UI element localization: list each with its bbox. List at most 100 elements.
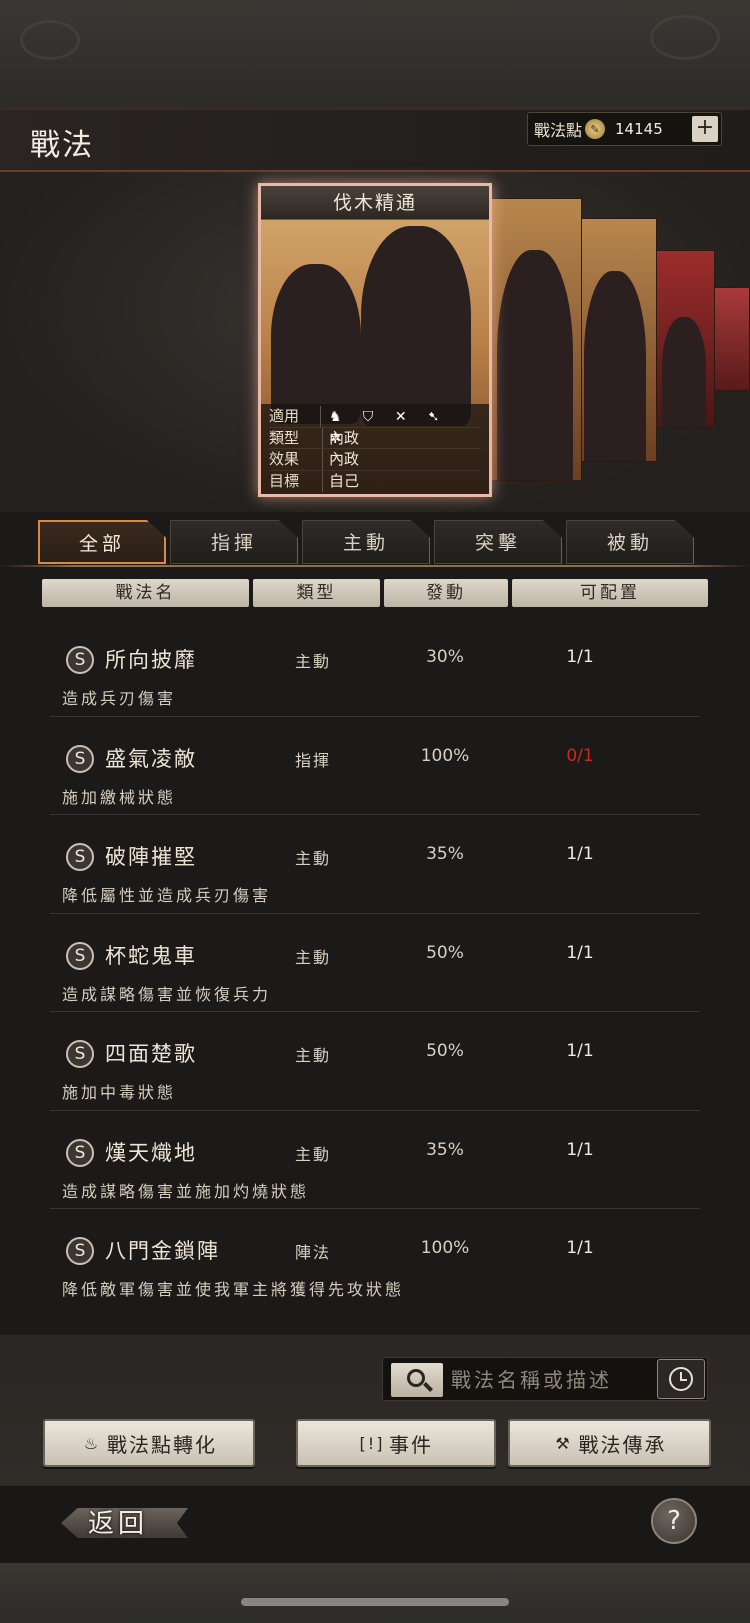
tab-all[interactable]: 全部 xyxy=(38,520,166,564)
tactic-name: 盛氣凌敵 xyxy=(105,746,197,771)
top-decoration xyxy=(0,0,750,110)
tactic-type: 陣法 xyxy=(295,1243,332,1262)
tactic-rate: 35% xyxy=(426,844,464,864)
tactic-list[interactable]: S 所向披靡 主動 30% 1/1 造成兵刃傷害 S 盛氣凌敵 指揮 100% … xyxy=(0,618,750,1308)
tactic-row[interactable]: S 熯天熾地 主動 35% 1/1 造成謀略傷害並施加灼燒狀態 xyxy=(50,1111,700,1209)
convert-points-button[interactable]: ♨ 戰法點轉化 xyxy=(43,1419,255,1467)
card-info-value: 內政 xyxy=(329,428,360,447)
grade-badge: S xyxy=(66,744,94,773)
tactic-type: 主動 xyxy=(295,652,332,671)
search-icon-handle xyxy=(423,1382,433,1392)
hammer-icon: ⚒ xyxy=(555,1433,572,1453)
tactic-row[interactable]: S 破陣摧堅 主動 35% 1/1 降低屬性並造成兵刃傷害 xyxy=(50,815,700,914)
tactic-row[interactable]: S 杯蛇鬼車 主動 50% 1/1 造成謀略傷害並恢復兵力 xyxy=(50,914,700,1012)
grade-badge: S xyxy=(66,1040,94,1068)
tactic-rate: 35% xyxy=(426,1139,464,1160)
page-title: 戰法 xyxy=(30,128,94,163)
tactic-rate: 100% xyxy=(420,745,470,766)
tab-command[interactable]: 指揮 xyxy=(170,520,298,564)
tactic-description: 造成謀略傷害並恢復兵力 xyxy=(62,984,272,1004)
carousel-card[interactable] xyxy=(490,198,582,481)
tactic-name: 杯蛇鬼車 xyxy=(105,943,197,968)
card-figure xyxy=(271,264,361,424)
tactic-name: 所向披靡 xyxy=(105,648,197,672)
card-info-label: 類型 xyxy=(269,427,323,448)
card-info-label: 適用 xyxy=(269,406,322,427)
tactic-points: 戰法點 ✎ 14145 + xyxy=(527,112,722,146)
card-info-row: 效果 內政 xyxy=(269,449,481,471)
bow-icon: ✕ xyxy=(394,409,407,425)
card-info-value: 內政 xyxy=(329,450,360,468)
tactic-rate: 30% xyxy=(426,647,464,667)
card-info-value: 自己 xyxy=(329,471,360,490)
tactic-type: 指揮 xyxy=(295,750,332,770)
events-label: 事件 xyxy=(389,1432,433,1457)
tactic-row[interactable]: S 八門金鎖陣 陣法 100% 1/1 降低敵軍傷害並使我軍主將獲得先攻狀態 xyxy=(50,1209,700,1308)
tactic-rate: 50% xyxy=(426,1041,464,1061)
tactic-row[interactable]: S 四面楚歌 主動 50% 1/1 施加中毒狀態 xyxy=(50,1012,700,1111)
card-info-row: 目標 自己 xyxy=(269,470,481,492)
home-indicator[interactable] xyxy=(241,1598,509,1606)
tactic-type: 主動 xyxy=(295,1046,332,1065)
column-header-rate[interactable]: 發動 xyxy=(384,579,508,607)
tactic-type: 主動 xyxy=(295,849,332,868)
tab-active[interactable]: 主動 xyxy=(302,520,430,564)
points-label: 戰法點 xyxy=(534,121,583,140)
add-points-button[interactable]: + xyxy=(692,116,718,142)
history-button[interactable] xyxy=(657,1359,705,1399)
tab-passive[interactable]: 被動 xyxy=(566,520,694,564)
search-button[interactable] xyxy=(391,1363,443,1397)
card-info: 適用 ♞ ⛉ ✕ ➷ ✲ 類型 內政 效果 內政 目標 自己 xyxy=(261,404,489,494)
column-header-config[interactable]: 可配置 xyxy=(512,579,708,607)
back-button[interactable]: 返回 xyxy=(50,1502,188,1542)
tactic-rate: 100% xyxy=(420,1238,470,1258)
flame-icon: ♨ xyxy=(83,1433,101,1453)
inherit-tactic-button[interactable]: ⚒ 戰法傳承 xyxy=(508,1419,711,1467)
tactic-name: 破陣摧堅 xyxy=(105,845,197,869)
back-label: 返回 xyxy=(88,1509,149,1539)
tactic-config: 1/1 xyxy=(566,1238,594,1258)
tactic-type: 主動 xyxy=(295,947,332,967)
coin-icon: ✎ xyxy=(585,119,606,139)
tactic-name: 熯天熾地 xyxy=(105,1140,197,1165)
tab-assault[interactable]: 突擊 xyxy=(434,520,562,564)
tactic-type: 主動 xyxy=(295,1144,332,1164)
carousel-card[interactable] xyxy=(575,218,657,462)
tactic-description: 造成謀略傷害並施加灼燒狀態 xyxy=(62,1181,310,1201)
filter-tabs: 全部 指揮 主動 突擊 被動 xyxy=(38,518,708,566)
grade-badge: S xyxy=(66,646,94,674)
grade-badge: S xyxy=(66,1138,94,1167)
bottom-decoration xyxy=(0,1563,750,1623)
tactic-description: 施加中毒狀態 xyxy=(62,1083,177,1102)
help-button[interactable]: ? xyxy=(651,1498,697,1544)
tabs-divider xyxy=(0,565,750,567)
grade-badge: S xyxy=(66,1237,94,1265)
events-button[interactable]: [!] 事件 xyxy=(296,1419,496,1467)
tactic-config: 1/1 xyxy=(566,844,594,864)
tactic-row[interactable]: S 所向披靡 主動 30% 1/1 造成兵刃傷害 xyxy=(50,618,700,717)
search-input[interactable] xyxy=(451,1364,641,1396)
tactic-config: 1/1 xyxy=(566,1139,594,1160)
inherit-tactic-label: 戰法傳承 xyxy=(578,1432,667,1457)
convert-points-label: 戰法點轉化 xyxy=(107,1432,217,1457)
grade-badge: S xyxy=(66,941,94,970)
column-header-type[interactable]: 類型 xyxy=(253,579,380,607)
selected-tactic-card[interactable]: 伐木精通 適用 ♞ ⛉ ✕ ➷ ✲ 類型 內政 效果 內政 目標 自己 xyxy=(258,183,492,497)
shield-icon: ⛉ xyxy=(362,409,374,425)
spear-icon: ➷ xyxy=(427,409,440,425)
card-name: 伐木精通 xyxy=(261,186,489,220)
card-info-row: 類型 內政 xyxy=(269,427,481,449)
card-info-label: 效果 xyxy=(269,449,323,470)
unit-icons: ♞ ⛉ ✕ ➷ ✲ xyxy=(327,406,481,447)
column-header-name[interactable]: 戰法名 xyxy=(42,579,249,607)
tactic-config: 0/1 xyxy=(566,745,594,766)
tactic-config: 1/1 xyxy=(566,942,594,963)
card-info-label: 目標 xyxy=(269,470,323,492)
tactic-config: 1/1 xyxy=(566,647,594,667)
grade-badge: S xyxy=(66,843,94,871)
tactic-description: 降低屬性並造成兵刃傷害 xyxy=(62,886,272,905)
tactic-description: 降低敵軍傷害並使我軍主將獲得先攻狀態 xyxy=(62,1280,405,1299)
tactic-rate: 50% xyxy=(426,942,464,963)
carousel-card[interactable] xyxy=(655,250,715,428)
tactic-row[interactable]: S 盛氣凌敵 指揮 100% 0/1 施加繳械狀態 xyxy=(50,717,700,815)
